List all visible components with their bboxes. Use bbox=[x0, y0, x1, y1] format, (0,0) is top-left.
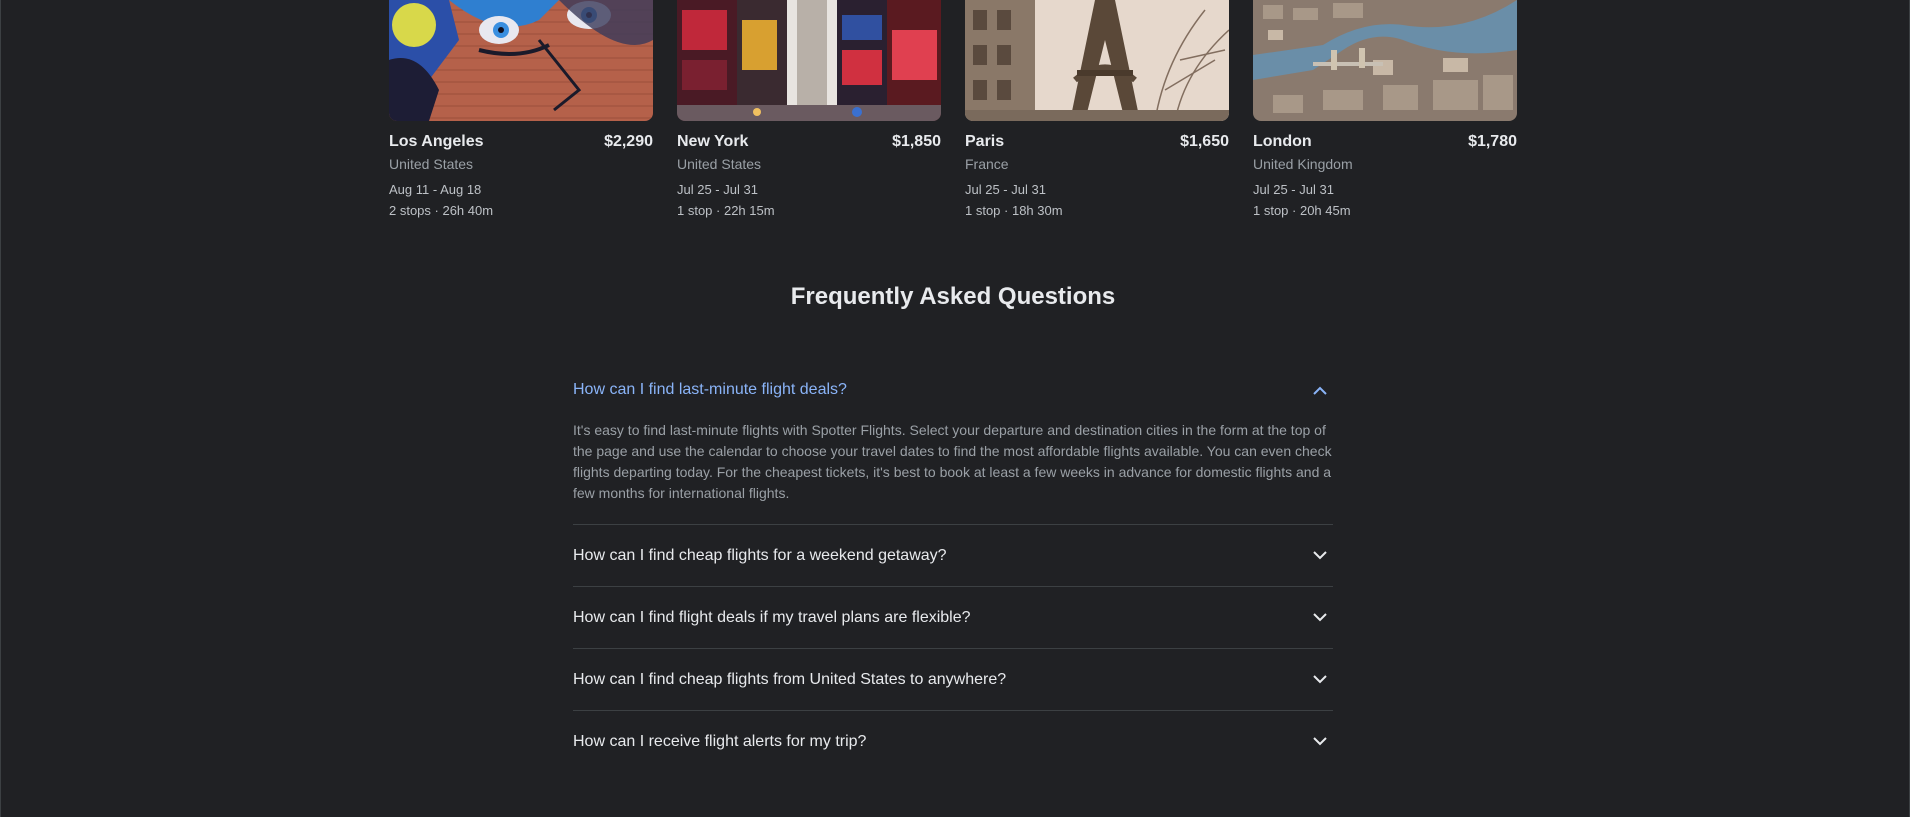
faq-question: How can I receive flight alerts for my t… bbox=[573, 732, 867, 750]
destination-image-eiffel-tower bbox=[965, 0, 1229, 121]
window-border-left bbox=[0, 0, 1, 817]
faq-question: How can I find cheap flights for a weeke… bbox=[573, 546, 947, 564]
destination-image-times-square bbox=[677, 0, 941, 121]
destination-price: $1,650 bbox=[1180, 133, 1229, 150]
destination-cards: Los Angeles $2,290 United States Aug 11 … bbox=[389, 0, 1517, 218]
destination-city: Los Angeles bbox=[389, 133, 484, 150]
faq-item: How can I find cheap flights for a weeke… bbox=[573, 525, 1333, 587]
destination-image-tower-bridge bbox=[1253, 0, 1517, 121]
destination-stops: 1 stop · 20h 45m bbox=[1253, 203, 1351, 218]
faq-list: How can I find last-minute flight deals?… bbox=[573, 358, 1333, 772]
destination-card-los-angeles[interactable]: Los Angeles $2,290 United States Aug 11 … bbox=[389, 0, 653, 218]
destination-city: New York bbox=[677, 133, 749, 150]
chevron-down-icon[interactable] bbox=[1311, 547, 1329, 565]
destination-country: United States bbox=[389, 156, 474, 172]
faq-item: How can I find flight deals if my travel… bbox=[573, 587, 1333, 649]
destination-dates: Jul 25 - Jul 31 bbox=[1253, 182, 1334, 197]
destination-image-graffiti bbox=[389, 0, 653, 121]
destination-dates: Jul 25 - Jul 31 bbox=[965, 182, 1046, 197]
destination-country: United Kingdom bbox=[1253, 156, 1353, 172]
faq-question-toggle[interactable]: How can I find last-minute flight deals? bbox=[573, 358, 1333, 422]
destination-price: $2,290 bbox=[604, 133, 653, 150]
chevron-down-icon[interactable] bbox=[1311, 609, 1329, 627]
destination-dates: Jul 25 - Jul 31 bbox=[677, 182, 758, 197]
faq-item: How can I find last-minute flight deals?… bbox=[573, 358, 1333, 525]
page: Los Angeles $2,290 United States Aug 11 … bbox=[0, 0, 1910, 817]
destination-card-london[interactable]: London $1,780 United Kingdom Jul 25 - Ju… bbox=[1253, 0, 1517, 218]
faq-question: How can I find last-minute flight deals? bbox=[573, 381, 847, 398]
chevron-down-icon[interactable] bbox=[1311, 671, 1329, 689]
faq-question-toggle[interactable]: How can I receive flight alerts for my t… bbox=[573, 711, 1333, 772]
destination-country: United States bbox=[677, 156, 762, 172]
chevron-down-icon[interactable] bbox=[1311, 733, 1329, 751]
chevron-up-icon[interactable] bbox=[1311, 381, 1329, 399]
destination-card-new-york[interactable]: New York $1,850 United States Jul 25 - J… bbox=[677, 0, 941, 218]
destination-price: $1,780 bbox=[1468, 133, 1517, 150]
destination-stops: 1 stop · 22h 15m bbox=[677, 203, 775, 218]
destination-stops: 2 stops · 26h 40m bbox=[389, 203, 494, 218]
faq-question-toggle[interactable]: How can I find flight deals if my travel… bbox=[573, 587, 1333, 648]
faq-heading: Frequently Asked Questions bbox=[790, 283, 1116, 310]
destination-dates: Aug 11 - Aug 18 bbox=[389, 182, 482, 197]
destination-stops: 1 stop · 18h 30m bbox=[965, 203, 1063, 218]
faq-item: How can I find cheap flights from United… bbox=[573, 649, 1333, 711]
destination-card-paris[interactable]: Paris $1,650 France Jul 25 - Jul 31 1 st… bbox=[965, 0, 1229, 218]
destination-city: Paris bbox=[965, 133, 1005, 150]
destination-city: London bbox=[1253, 133, 1312, 150]
faq-item: How can I receive flight alerts for my t… bbox=[573, 711, 1333, 772]
destination-price: $1,850 bbox=[892, 133, 941, 150]
faq-question: How can I find cheap flights from United… bbox=[573, 670, 1007, 688]
faq-question-toggle[interactable]: How can I find cheap flights from United… bbox=[573, 649, 1333, 710]
faq-answer: It's easy to find last-minute flights wi… bbox=[573, 422, 1332, 501]
faq-question-toggle[interactable]: How can I find cheap flights for a weeke… bbox=[573, 525, 1333, 586]
faq-question: How can I find flight deals if my travel… bbox=[573, 608, 971, 626]
destination-country: France bbox=[965, 156, 1009, 172]
